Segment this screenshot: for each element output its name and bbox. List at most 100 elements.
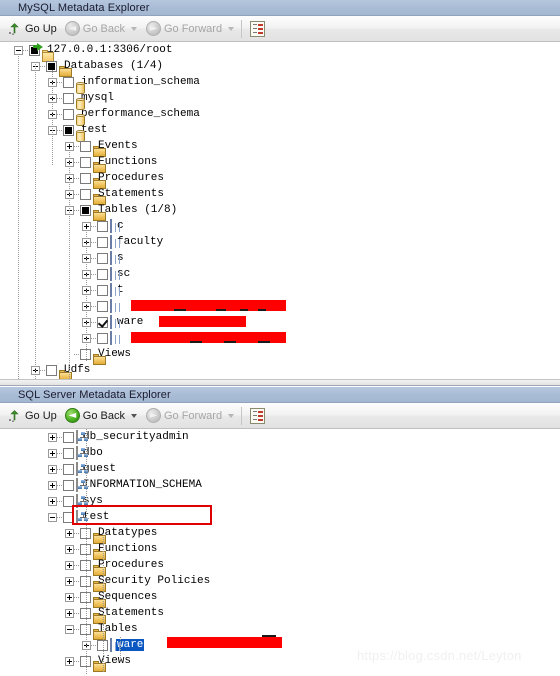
go-forward-button-2[interactable]: ► Go Forward: [142, 405, 226, 427]
tree-item[interactable]: Procedures: [0, 170, 560, 189]
tree-item[interactable]: Sequences: [0, 589, 560, 608]
go-up-button[interactable]: Go Up: [4, 18, 61, 40]
tree-item[interactable]: INFORMATION_SCHEMA: [0, 477, 560, 493]
panel-divider[interactable]: [0, 379, 560, 386]
expand-plus-icon[interactable]: [48, 464, 57, 474]
tree-item-checkbox[interactable]: [97, 220, 108, 232]
expand-plus-icon[interactable]: [82, 221, 91, 231]
tree-item-checkbox[interactable]: [63, 511, 74, 523]
expand-plus-icon[interactable]: [65, 592, 74, 602]
go-forward-button[interactable]: ► Go Forward: [142, 18, 226, 40]
report-button-2[interactable]: [246, 405, 269, 427]
tree-item-checkbox[interactable]: [63, 463, 74, 475]
tree-item[interactable]: Functions: [0, 541, 560, 560]
go-forward-label-2: Go Forward: [163, 409, 223, 422]
collapse-minus-icon[interactable]: [65, 624, 74, 634]
tree-item-label: INFORMATION_SCHEMA: [83, 479, 202, 491]
go-back-button-2[interactable]: ◄ Go Back: [61, 405, 129, 427]
redaction-residual-mark: [258, 309, 266, 311]
mysql-metadata-tree[interactable]: 127.0.0.1:3306/root Databases (1/4) inform…: [0, 42, 560, 385]
collapse-minus-icon[interactable]: [14, 45, 23, 55]
tree-item-checkbox[interactable]: [97, 316, 108, 328]
tree-item[interactable]: db_securityadmin: [0, 429, 560, 445]
tree-item[interactable]: mysql: [0, 90, 560, 110]
tree-item[interactable]: performance_schema: [0, 106, 560, 126]
tree-item-checkbox[interactable]: [63, 76, 74, 88]
tree-item[interactable]: ware: [0, 314, 560, 330]
expand-plus-icon[interactable]: [65, 656, 74, 666]
tree-item[interactable]: Procedures: [0, 557, 560, 576]
tree-item[interactable]: Security Policies: [0, 573, 560, 592]
tree-item-checkbox[interactable]: [80, 172, 91, 184]
tree-item[interactable]: sys: [0, 493, 560, 509]
tree-item-checkbox[interactable]: [46, 364, 57, 376]
tree-item[interactable]: Views: [0, 346, 560, 365]
tree-item-checkbox[interactable]: [97, 332, 108, 344]
tree-item[interactable]: c: [0, 218, 560, 234]
tree-item[interactable]: sc: [0, 266, 560, 282]
tree-item-checkbox[interactable]: [63, 479, 74, 491]
tree-item[interactable]: Databases (1/4): [0, 58, 560, 77]
tree-item-checkbox[interactable]: [63, 447, 74, 459]
tree-item-label: Sequences: [98, 591, 158, 603]
tree-item[interactable]: Statements: [0, 186, 560, 205]
tree-item-checkbox[interactable]: [97, 268, 108, 280]
go-forward-dropdown-caret-2[interactable]: [228, 413, 235, 418]
go-forward-dropdown-caret[interactable]: [228, 26, 235, 31]
tree-item-checkbox[interactable]: [97, 284, 108, 296]
tree-item-label: Statements: [98, 607, 165, 619]
go-up-button-2[interactable]: Go Up: [4, 405, 61, 427]
expand-plus-icon[interactable]: [65, 576, 74, 586]
expand-plus-icon[interactable]: [65, 560, 74, 570]
go-back-dropdown-caret-2[interactable]: [130, 413, 137, 418]
tree-item[interactable]: 127.0.0.1:3306/root: [0, 42, 560, 62]
tree-item[interactable]: Tables (1/8): [0, 202, 560, 221]
tree-item[interactable]: s: [0, 250, 560, 266]
expand-plus-icon[interactable]: [48, 480, 57, 490]
tree-item[interactable]: information_schema: [0, 74, 560, 94]
tree-item-checkbox[interactable]: [97, 236, 108, 248]
tree-item[interactable]: Tables: [0, 621, 560, 640]
tree-item-checkbox[interactable]: [63, 108, 74, 120]
expand-plus-icon[interactable]: [48, 432, 57, 442]
tree-item[interactable]: faculty: [0, 234, 560, 250]
expand-plus-icon[interactable]: [65, 608, 74, 618]
redaction-bar: [167, 637, 282, 648]
tree-item-checkbox[interactable]: [80, 140, 91, 152]
expand-plus-icon[interactable]: [65, 528, 74, 538]
tree-item-checkbox[interactable]: [63, 431, 74, 443]
tree-item-checkbox[interactable]: [80, 204, 91, 216]
tree-item-checkbox[interactable]: [97, 252, 108, 264]
tree-item-checkbox[interactable]: [80, 156, 91, 168]
tree-item-checkbox[interactable]: [63, 92, 74, 104]
tree-item-checkbox[interactable]: [63, 124, 74, 136]
tree-item[interactable]: Events: [0, 138, 560, 157]
tree-item-label: 127.0.0.1:3306/root: [47, 44, 173, 56]
tree-item-checkbox[interactable]: [97, 300, 108, 312]
tree-guide-line: [69, 150, 70, 385]
tree-item[interactable]: Functions: [0, 154, 560, 173]
go-back-dropdown-caret[interactable]: [130, 26, 137, 31]
collapse-minus-icon[interactable]: [48, 512, 57, 522]
tree-item-checkbox[interactable]: [80, 188, 91, 200]
schema-icon: [76, 494, 88, 508]
tree-item[interactable]: guest: [0, 461, 560, 477]
tree-item-label: Functions: [98, 156, 158, 168]
expand-plus-icon[interactable]: [48, 496, 57, 506]
tree-item[interactable]: dbo: [0, 445, 560, 461]
tree-item[interactable]: t: [0, 282, 560, 298]
report-button[interactable]: [246, 18, 269, 40]
tree-item[interactable]: test: [0, 122, 560, 142]
tree-item[interactable]: Datatypes: [0, 525, 560, 544]
tree-item[interactable]: test: [0, 509, 560, 525]
tree-guide-line: [86, 429, 87, 675]
report-icon: [250, 20, 266, 37]
go-back-button[interactable]: ◄ Go Back: [61, 18, 129, 40]
toolbar-separator-2: [241, 406, 243, 425]
sqlserver-metadata-tree[interactable]: db_securityadmin dbo guest INFORMATION_SCHE…: [0, 429, 560, 675]
tree-item[interactable]: Udfs: [0, 362, 560, 381]
expand-plus-icon[interactable]: [48, 448, 57, 458]
expand-plus-icon[interactable]: [65, 544, 74, 554]
tree-item[interactable]: Statements: [0, 605, 560, 624]
tree-item-checkbox[interactable]: [63, 495, 74, 507]
